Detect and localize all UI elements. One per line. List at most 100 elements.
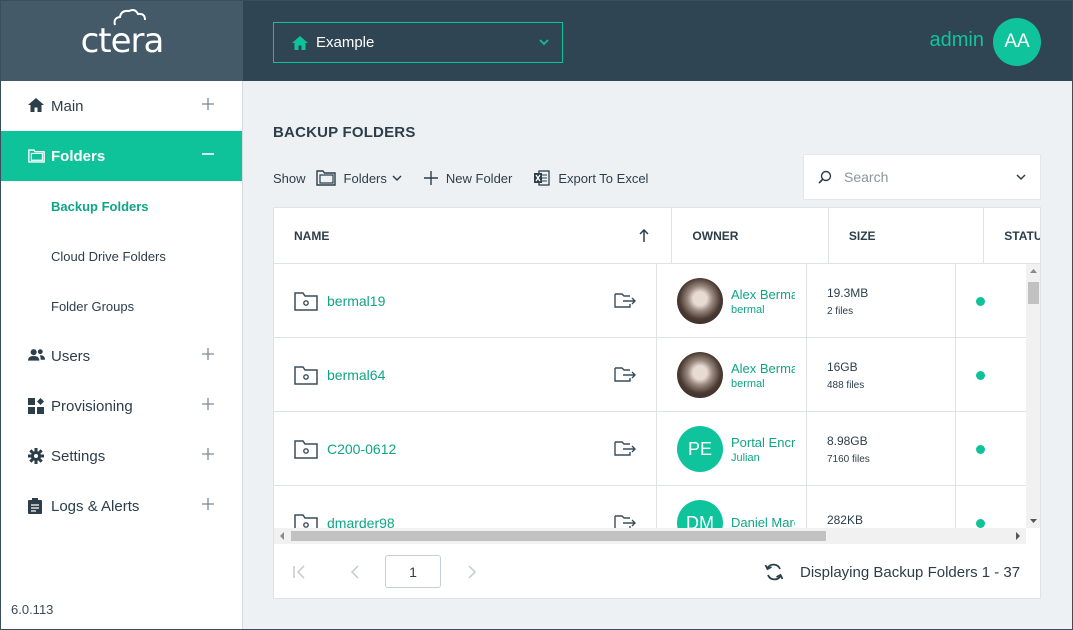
vertical-scrollbar[interactable]	[1026, 264, 1041, 528]
page-number-input[interactable]	[385, 555, 441, 588]
folder-name-link[interactable]: bermal64	[327, 367, 385, 383]
user-name[interactable]: admin	[930, 29, 984, 52]
sidebar-subitem-folder-groups[interactable]: Folder Groups	[1, 281, 242, 331]
table-row[interactable]: bermal19 Alex Bermal bermal 19.3MB 2 fil…	[274, 264, 1040, 338]
chevron-down-icon[interactable]	[1016, 172, 1026, 182]
scroll-down-icon[interactable]	[1026, 516, 1041, 526]
plus-icon[interactable]	[202, 98, 214, 110]
portal-selector[interactable]: Example	[273, 22, 563, 63]
new-folder-button[interactable]: New Folder	[423, 171, 512, 186]
display-range-text: Displaying Backup Folders 1 - 37	[800, 564, 1021, 581]
sidebar-item-provisioning[interactable]: Provisioning	[1, 381, 242, 431]
status-dot	[975, 370, 985, 380]
plus-icon[interactable]	[202, 448, 214, 460]
owner-username: Julian	[730, 451, 760, 464]
export-to-excel-button[interactable]: Export To Excel	[534, 170, 648, 186]
users-icon	[28, 348, 45, 364]
chevron-down-icon	[539, 39, 549, 46]
plus-icon[interactable]	[202, 498, 214, 510]
excel-icon	[534, 170, 551, 186]
folder-icon	[294, 440, 318, 459]
owner-name-link[interactable]: Alex Bermal	[731, 287, 795, 302]
home-icon	[28, 98, 45, 114]
table-body: bermal19 Alex Bermal bermal 19.3MB 2 fil…	[274, 264, 1040, 529]
owner-name-link[interactable]: Alex Bermal	[731, 361, 795, 376]
search-box[interactable]	[803, 154, 1041, 200]
logo-area[interactable]: ctera	[1, 1, 243, 81]
portal-selector-label: Example	[316, 34, 375, 51]
sidebar-subitem-backup-folders[interactable]: Backup Folders	[1, 181, 242, 231]
column-header-owner[interactable]: OWNER	[672, 208, 829, 264]
sidebar: Main Folders Backup Folders Cloud Drive …	[1, 81, 243, 629]
show-label: Show	[273, 170, 306, 186]
owner-avatar: PE	[676, 426, 723, 472]
folder-name-link[interactable]: bermal19	[327, 293, 385, 309]
horizontal-scrollbar[interactable]	[274, 528, 1026, 544]
horizontal-scroll-thumb[interactable]	[291, 531, 826, 541]
vertical-scroll-thumb[interactable]	[1028, 282, 1039, 304]
size-value: 19.3MB	[826, 285, 869, 300]
pagination-bar: Displaying Backup Folders 1 - 37	[274, 545, 1040, 598]
owner-name-link[interactable]: Portal Encryption	[731, 435, 795, 450]
owner-avatar	[676, 278, 723, 324]
version-label: 6.0.113	[11, 602, 54, 617]
search-input[interactable]	[844, 169, 1004, 185]
sidebar-item-settings[interactable]: Settings	[1, 431, 242, 481]
sidebar-item-folders[interactable]: Folders	[1, 131, 242, 181]
table-row[interactable]: dmarder98 DM Daniel Marder 282KB	[274, 486, 1040, 529]
column-header-status[interactable]: STATUS	[984, 208, 1040, 264]
sidebar-item-main[interactable]: Main	[1, 81, 242, 131]
sidebar-item-logs-alerts[interactable]: Logs & Alerts	[1, 481, 242, 531]
size-value: 282KB	[826, 513, 863, 527]
toolbar: Show Folders New Folder Export To Excel	[273, 166, 670, 190]
owner-username: bermal	[730, 303, 765, 316]
refresh-icon[interactable]	[764, 562, 784, 582]
previous-page-icon[interactable]	[350, 565, 360, 579]
top-bar: Example admin AA	[243, 1, 1072, 81]
file-count: 488 files	[826, 379, 865, 391]
owner-avatar: DM	[676, 500, 723, 528]
file-count: 2 files	[826, 305, 854, 317]
gear-icon	[28, 448, 45, 464]
next-page-icon[interactable]	[467, 565, 477, 579]
show-dropdown[interactable]: Folders	[315, 170, 402, 186]
move-folder-icon[interactable]	[614, 366, 636, 382]
folders-icon	[28, 148, 45, 164]
folder-icon	[294, 292, 318, 311]
table-row[interactable]: C200-0612 PE Portal Encryption Julian 8.…	[274, 412, 1040, 486]
move-folder-icon[interactable]	[614, 440, 636, 456]
minus-icon[interactable]	[202, 148, 214, 160]
folder-icon	[294, 366, 318, 385]
ctera-logo: ctera	[81, 9, 164, 61]
sort-ascending-icon[interactable]	[639, 229, 649, 242]
table-row[interactable]: bermal64 Alex Bermal bermal 16GB 488 fil…	[274, 338, 1040, 412]
size-value: 16GB	[826, 359, 858, 374]
move-folder-icon[interactable]	[614, 292, 636, 308]
scroll-right-icon[interactable]	[1013, 528, 1023, 544]
plus-icon[interactable]	[202, 348, 214, 360]
owner-name-link[interactable]: Daniel Marder	[731, 515, 795, 529]
user-avatar[interactable]: AA	[993, 18, 1041, 66]
scroll-up-icon[interactable]	[1026, 266, 1041, 276]
column-header-name[interactable]: NAME	[274, 208, 673, 264]
page-title: BACKUP FOLDERS	[273, 124, 416, 141]
folder-name-link[interactable]: dmarder98	[327, 515, 395, 528]
folder-name-link[interactable]: C200-0612	[327, 441, 396, 457]
backup-folders-table: NAME OWNER SIZE STATUS bermal19 Alex Ber…	[273, 207, 1041, 599]
status-dot	[975, 518, 985, 528]
provisioning-icon	[28, 398, 45, 414]
move-folder-icon[interactable]	[614, 514, 636, 528]
scroll-left-icon[interactable]	[277, 528, 287, 544]
search-icon	[818, 170, 832, 184]
column-header-size[interactable]: SIZE	[829, 208, 985, 264]
owner-username: bermal	[730, 377, 765, 390]
folders-icon	[315, 170, 336, 186]
file-count: 7160 files	[826, 453, 870, 465]
plus-icon[interactable]	[202, 398, 214, 410]
sidebar-subitem-cloud-drive-folders[interactable]: Cloud Drive Folders	[1, 231, 242, 281]
plus-icon	[423, 171, 438, 185]
owner-avatar	[676, 352, 723, 398]
size-value: 8.98GB	[826, 433, 868, 448]
first-page-icon[interactable]	[292, 565, 308, 579]
sidebar-item-users[interactable]: Users	[1, 331, 242, 381]
